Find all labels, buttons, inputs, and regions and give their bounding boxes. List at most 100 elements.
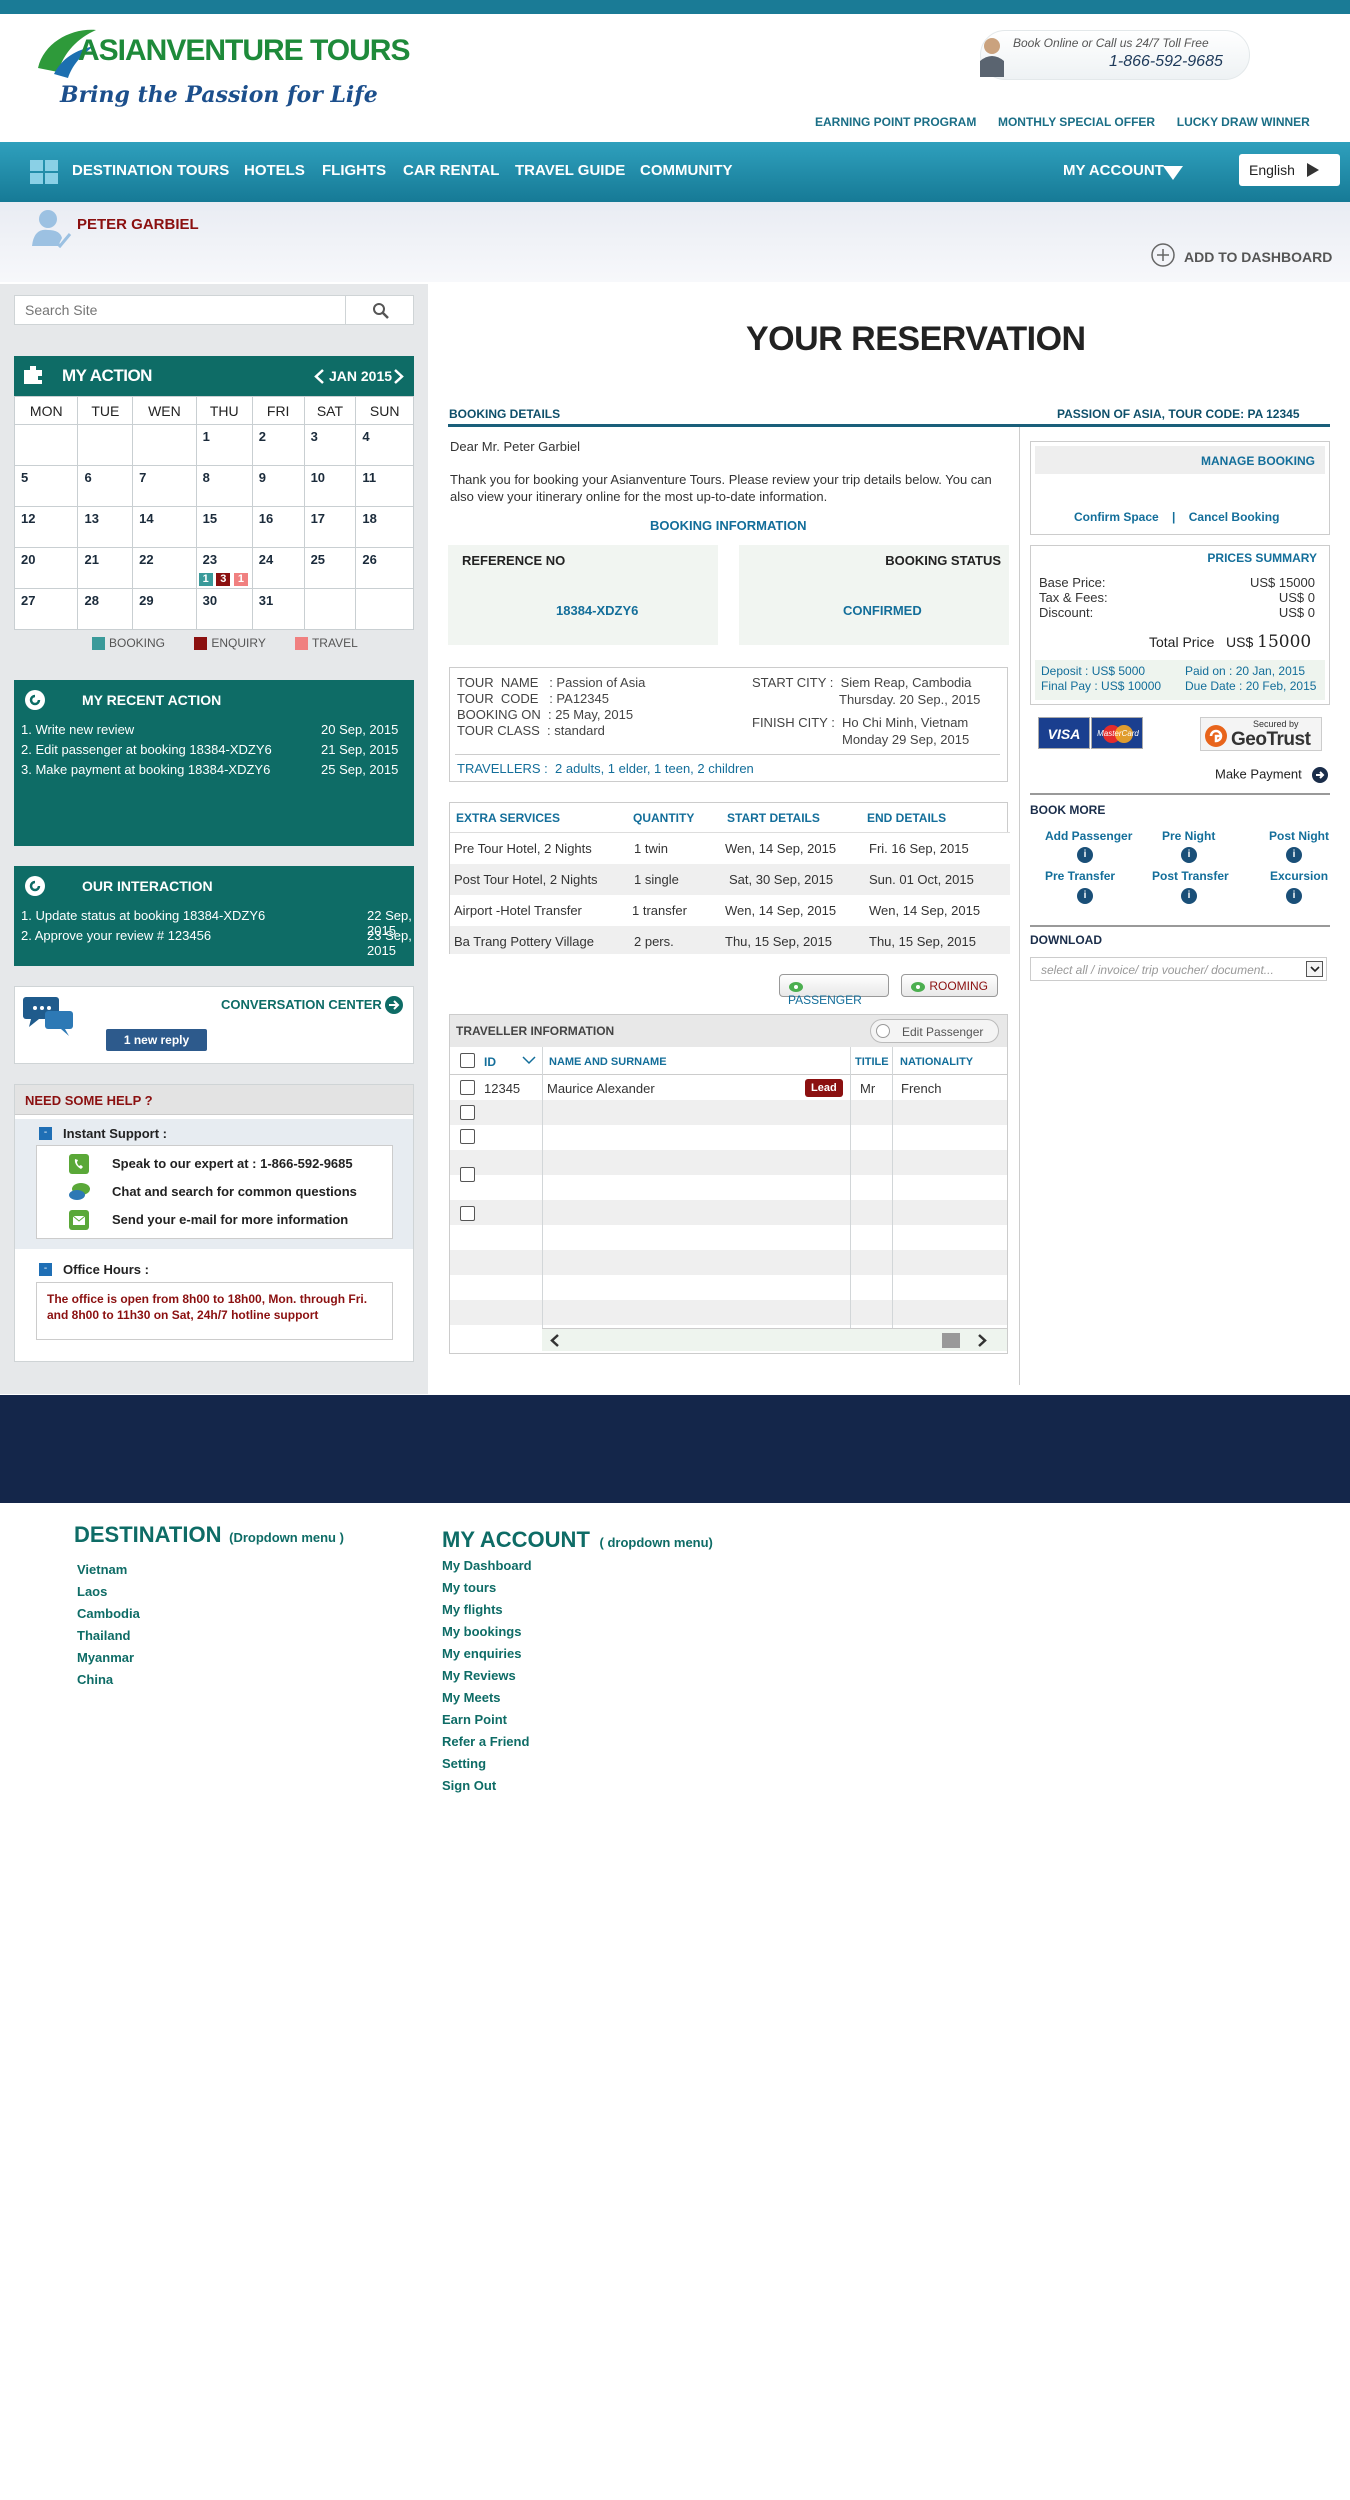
add-to-dashboard[interactable]: ADD TO DASHBOARD: [1184, 249, 1332, 265]
calendar-day[interactable]: 1: [195, 424, 253, 466]
calendar-day[interactable]: [355, 588, 414, 630]
booking-badge[interactable]: 1: [198, 573, 213, 586]
table-row[interactable]: Post Tour Hotel, 2 Nights 1 single Sat, …: [450, 864, 1010, 895]
calendar-day[interactable]: 28: [77, 588, 134, 630]
footer-acct-item[interactable]: My Meets: [442, 1690, 532, 1712]
calendar-day[interactable]: 4: [355, 424, 414, 466]
calendar-day[interactable]: 7: [132, 465, 197, 507]
search-input[interactable]: [15, 296, 345, 324]
arrow-circle-right-icon[interactable]: [384, 995, 404, 1015]
calendar-day[interactable]: 10: [303, 465, 357, 507]
footer-dest-item[interactable]: China: [77, 1672, 140, 1694]
chevron-left-icon[interactable]: [550, 1334, 560, 1347]
excursion-link[interactable]: Excursion: [1270, 869, 1328, 883]
footer-acct-item[interactable]: My Dashboard: [442, 1558, 532, 1580]
make-payment-link[interactable]: Make Payment: [1215, 766, 1329, 784]
calendar-day[interactable]: 25: [303, 547, 357, 589]
footer-dest-item[interactable]: Thailand: [77, 1628, 140, 1650]
calendar-day[interactable]: 31: [251, 588, 305, 630]
support-phone[interactable]: Speak to our expert at : 1-866-592-9685: [112, 1156, 353, 1171]
calendar-day[interactable]: 30: [195, 588, 253, 630]
calendar-day[interactable]: 2: [251, 424, 305, 466]
calendar-day[interactable]: 12: [13, 506, 79, 548]
calendar-day[interactable]: [77, 424, 134, 466]
collapse-icon[interactable]: -: [39, 1263, 52, 1276]
calendar-day[interactable]: 18: [355, 506, 414, 548]
search-button[interactable]: [345, 296, 413, 324]
row-checkbox[interactable]: [460, 1105, 475, 1120]
nav-tours[interactable]: TOURS: [177, 162, 229, 179]
logo[interactable]: ASIANVENTURE TOURS Bring the Passion for…: [32, 22, 411, 122]
cancel-booking-link[interactable]: Cancel Booking: [1189, 510, 1280, 524]
enquiry-badge[interactable]: 3: [216, 573, 231, 586]
footer-acct-item[interactable]: Refer a Friend: [442, 1734, 532, 1756]
footer-acct-item[interactable]: Setting: [442, 1756, 532, 1778]
calendar-day[interactable]: 11: [355, 465, 414, 507]
nav-flights[interactable]: FLIGHTS: [322, 162, 386, 179]
confirm-space-link[interactable]: Confirm Space: [1074, 510, 1159, 524]
calendar-day[interactable]: 6: [77, 465, 134, 507]
travel-badge[interactable]: 1: [233, 573, 248, 586]
language-select[interactable]: English: [1239, 154, 1340, 186]
chevron-left-icon[interactable]: [314, 369, 324, 384]
windows-grid-icon[interactable]: [30, 160, 60, 186]
calendar-day[interactable]: 5: [13, 465, 79, 507]
footer-dest-item[interactable]: Cambodia: [77, 1606, 140, 1628]
recent-item[interactable]: 2. Edit passenger at booking 18384-XDZY6: [21, 742, 272, 757]
info-icon[interactable]: i: [1181, 847, 1197, 863]
table-row[interactable]: 12345 Maurice Alexander Lead Mr French: [450, 1077, 1007, 1099]
pre-night-link[interactable]: Pre Night: [1162, 829, 1215, 843]
nav-community[interactable]: COMMUNITY: [640, 162, 733, 179]
collapse-icon[interactable]: -: [39, 1127, 52, 1140]
interaction-item[interactable]: 2. Approve your review # 123456: [21, 928, 211, 943]
chevron-right-icon[interactable]: [394, 369, 404, 384]
info-icon[interactable]: i: [1286, 888, 1302, 904]
footer-acct-item[interactable]: My Reviews: [442, 1668, 532, 1690]
info-icon[interactable]: i: [1181, 888, 1197, 904]
geotrust-seal[interactable]: Secured by GeoTrust: [1200, 717, 1322, 751]
monthly-offer-link[interactable]: MONTHLY SPECIAL OFFER: [998, 115, 1155, 129]
call-box[interactable]: Book Online or Call us 24/7 Toll Free 1-…: [980, 30, 1250, 80]
horizontal-scrollbar[interactable]: [542, 1328, 1007, 1351]
footer-acct-item[interactable]: My enquiries: [442, 1646, 532, 1668]
nav-destination[interactable]: DESTINATION: [72, 162, 173, 179]
footer-acct-item[interactable]: Earn Point: [442, 1712, 532, 1734]
nav-car-rental[interactable]: CAR RENTAL: [403, 162, 499, 179]
calendar-day[interactable]: 16: [251, 506, 305, 548]
table-row[interactable]: Airport -Hotel Transfer 1 transfer Wen, …: [450, 895, 1010, 926]
user-name[interactable]: PETER GARBIEL: [77, 216, 199, 233]
support-email[interactable]: Send your e-mail for more information: [112, 1212, 348, 1227]
select-all-checkbox[interactable]: [460, 1053, 475, 1068]
info-icon[interactable]: i: [1077, 847, 1093, 863]
support-chat[interactable]: Chat and search for common questions: [112, 1184, 357, 1199]
nav-travel-guide[interactable]: TRAVEL GUIDE: [515, 162, 625, 179]
row-checkbox[interactable]: [460, 1129, 475, 1144]
chevron-right-icon[interactable]: [977, 1334, 987, 1347]
calendar-day[interactable]: 8: [195, 465, 253, 507]
table-row[interactable]: Pre Tour Hotel, 2 Nights 1 twin Wen, 14 …: [450, 833, 1010, 864]
chevron-down-icon[interactable]: [522, 1056, 536, 1065]
row-checkbox[interactable]: [460, 1206, 475, 1221]
footer-dest-item[interactable]: Laos: [77, 1584, 140, 1606]
interaction-item[interactable]: 1. Update status at booking 18384-XDZY6: [21, 908, 265, 923]
row-checkbox[interactable]: [460, 1080, 475, 1095]
nav-my-account[interactable]: MY ACCOUNT: [1063, 162, 1164, 179]
post-night-link[interactable]: Post Night: [1269, 829, 1329, 843]
dropdown-toggle[interactable]: [1306, 961, 1323, 977]
row-checkbox[interactable]: [460, 1167, 475, 1182]
scroll-thumb[interactable]: [942, 1333, 960, 1348]
edit-passenger-button[interactable]: Edit Passenger: [870, 1019, 999, 1043]
info-icon[interactable]: i: [1286, 847, 1302, 863]
footer-dest-item[interactable]: Vietnam: [77, 1562, 140, 1584]
footer-dest-item[interactable]: Myanmar: [77, 1650, 140, 1672]
recent-item[interactable]: 3. Make payment at booking 18384-XDZY6: [21, 762, 270, 777]
post-transfer-link[interactable]: Post Transfer: [1152, 869, 1229, 883]
footer-acct-item[interactable]: My tours: [442, 1580, 532, 1602]
earning-point-link[interactable]: EARNING POINT PROGRAM: [815, 115, 976, 129]
calendar-day[interactable]: 26: [355, 547, 414, 589]
nav-hotels[interactable]: HOTELS: [244, 162, 305, 179]
footer-acct-item[interactable]: My bookings: [442, 1624, 532, 1646]
calendar-day[interactable]: [303, 588, 357, 630]
calendar-day[interactable]: 29: [132, 588, 197, 630]
footer-acct-item[interactable]: Sign Out: [442, 1778, 532, 1800]
